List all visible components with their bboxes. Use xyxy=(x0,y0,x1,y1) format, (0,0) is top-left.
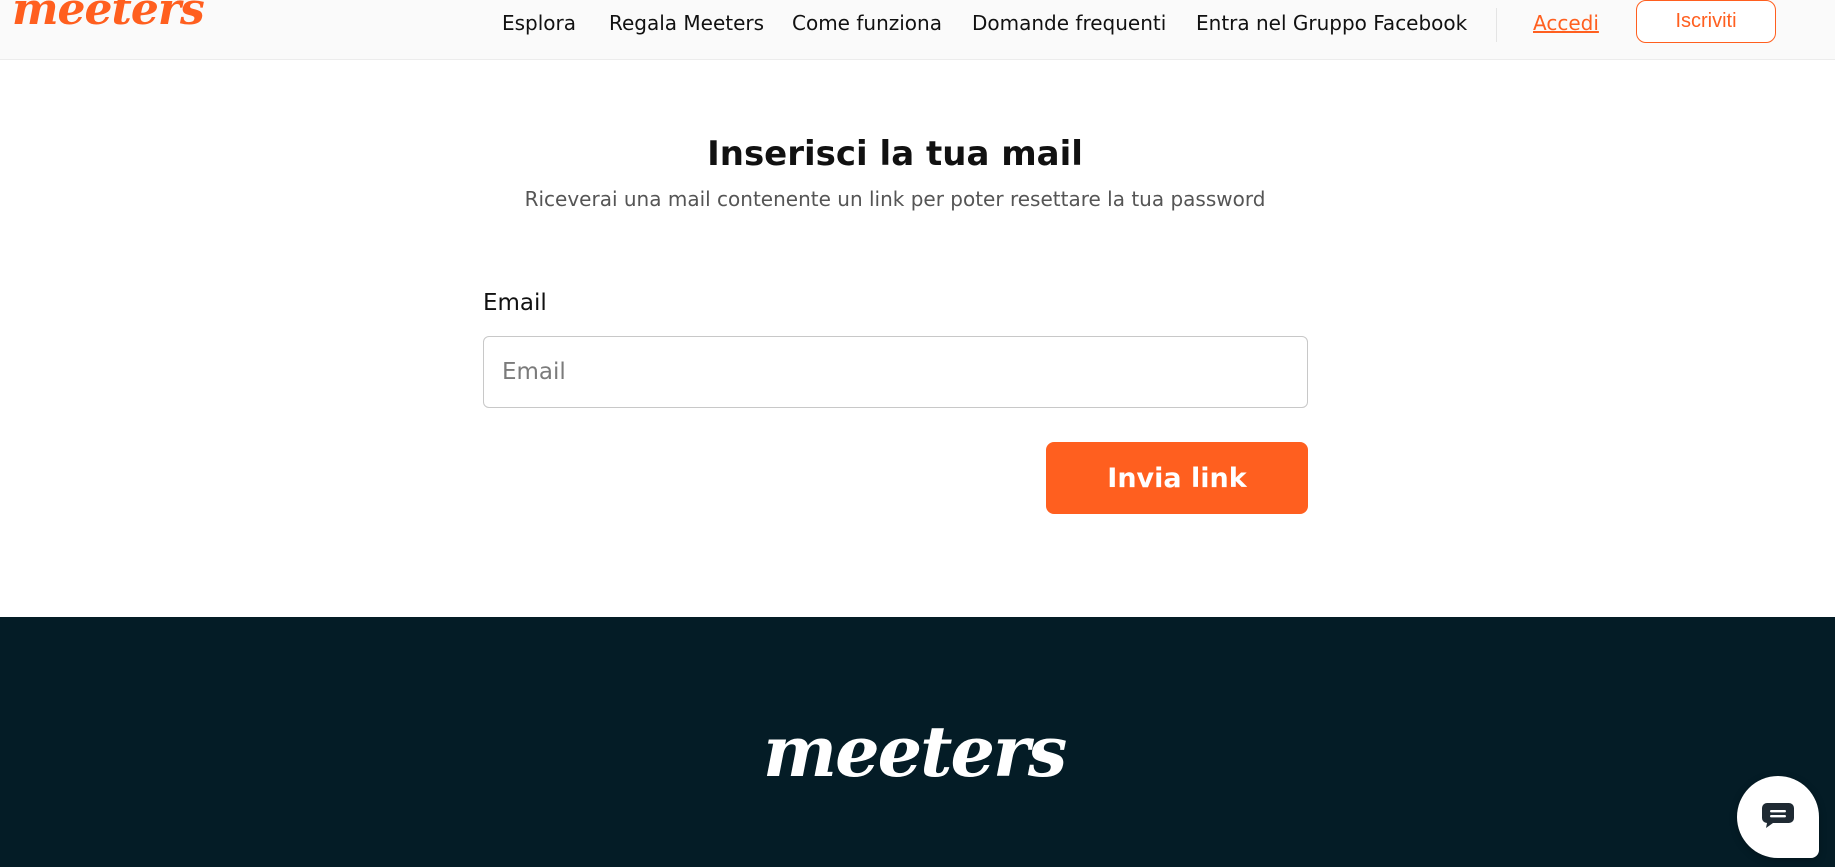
nav-link-esplora[interactable]: Esplora xyxy=(502,10,576,36)
nav-link-gruppo-facebook[interactable]: Entra nel Gruppo Facebook xyxy=(1196,10,1467,36)
page-subtitle: Riceverai una mail contenente un link pe… xyxy=(524,187,1266,211)
chat-button[interactable] xyxy=(1737,776,1819,858)
email-label: Email xyxy=(483,290,547,316)
nav-divider xyxy=(1496,8,1497,42)
login-link[interactable]: Accedi xyxy=(1533,10,1599,36)
site-footer: meeters xyxy=(0,617,1835,867)
email-field[interactable] xyxy=(483,336,1308,408)
footer-meeters-logo: meeters xyxy=(763,710,1067,793)
page-title: Inserisci la tua mail xyxy=(707,134,1083,174)
nav-link-regala-meeters[interactable]: Regala Meeters xyxy=(609,10,764,36)
nav-link-come-funziona[interactable]: Come funziona xyxy=(792,10,942,36)
meeters-logo[interactable]: meeters xyxy=(12,0,205,32)
site-header: meeters Esplora Regala Meeters Come funz… xyxy=(0,0,1835,60)
signup-button[interactable]: Iscriviti xyxy=(1636,0,1776,43)
send-link-button[interactable]: Invia link xyxy=(1046,442,1308,514)
chat-bubble-icon xyxy=(1761,801,1795,833)
nav-link-domande-frequenti[interactable]: Domande frequenti xyxy=(972,10,1166,36)
